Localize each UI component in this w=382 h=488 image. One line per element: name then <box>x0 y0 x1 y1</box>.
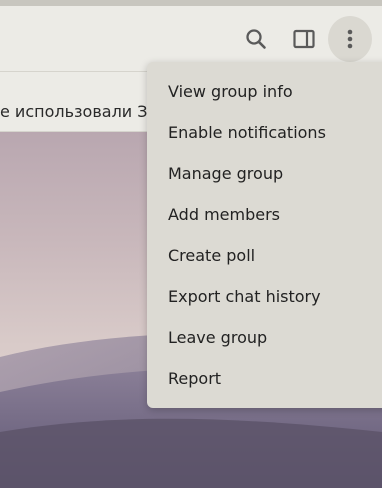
menu-item-export-chat-history[interactable]: Export chat history <box>147 276 382 317</box>
pinned-message-text: е использовали Зу <box>0 102 157 121</box>
menu-item-enable-notifications[interactable]: Enable notifications <box>147 112 382 153</box>
menu-item-view-group-info[interactable]: View group info <box>147 71 382 112</box>
menu-item-report[interactable]: Report <box>147 358 382 399</box>
more-vertical-icon <box>347 29 353 49</box>
more-options-highlight <box>328 16 372 62</box>
menu-item-create-poll[interactable]: Create poll <box>147 235 382 276</box>
menu-item-add-members[interactable]: Add members <box>147 194 382 235</box>
sidebar-toggle-icon <box>293 29 315 49</box>
search-icon <box>246 29 266 49</box>
menu-item-leave-group[interactable]: Leave group <box>147 317 382 358</box>
chat-options-menu: View group info Enable notifications Man… <box>147 62 382 408</box>
menu-item-manage-group[interactable]: Manage group <box>147 153 382 194</box>
